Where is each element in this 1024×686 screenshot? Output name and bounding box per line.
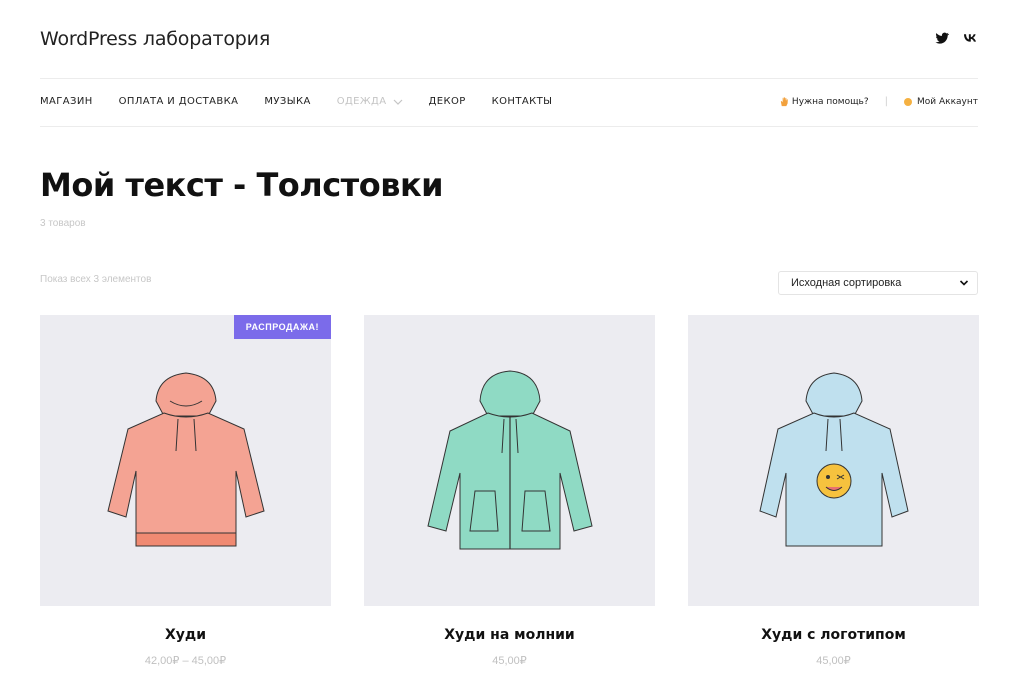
product-count: 3 товаров: [40, 218, 86, 229]
product-image[interactable]: [688, 315, 979, 606]
utility-separator: |: [884, 96, 889, 107]
twitter-icon[interactable]: [934, 30, 950, 46]
help-link-label: Нужна помощь?: [791, 96, 869, 107]
product-card[interactable]: Худи с логотипом 45,00₽: [688, 315, 979, 667]
product-grid: РАСПРОДАЖА! Худи 42,00₽ – 45,00₽ Худи на…: [40, 315, 979, 667]
account-link[interactable]: Мой Аккаунт: [904, 97, 978, 107]
header-divider-bottom: [40, 126, 978, 127]
nav-item-payment-delivery[interactable]: ОПЛАТА И ДОСТАВКА: [119, 96, 239, 107]
product-image[interactable]: РАСПРОДАЖА!: [40, 315, 331, 606]
nav-item-clothing-label: ОДЕЖДА: [336, 96, 387, 107]
product-name[interactable]: Худи: [40, 627, 331, 643]
sort-select[interactable]: Исходная сортировка: [778, 271, 978, 295]
utility-links: Нужна помощь? | Мой Аккаунт: [779, 96, 978, 107]
product-price: 42,00₽ – 45,00₽: [144, 655, 227, 667]
nav-item-decor[interactable]: ДЕКОР: [429, 96, 466, 107]
nav-item-shop[interactable]: МАГАЗИН: [40, 96, 93, 107]
nav-item-contacts[interactable]: КОНТАКТЫ: [492, 96, 553, 107]
nav-item-clothing[interactable]: ОДЕЖДА: [337, 96, 403, 107]
product-image[interactable]: [364, 315, 655, 606]
hoodie-illustration: [106, 371, 265, 546]
hand-icon: [780, 97, 788, 107]
account-dot-icon: [904, 97, 913, 106]
result-count: Показ всех 3 элементов: [40, 274, 152, 285]
product-card[interactable]: Худи на молнии 45,00₽: [364, 315, 655, 667]
hoodie-illustration: [426, 369, 593, 549]
product-card[interactable]: РАСПРОДАЖА! Худи 42,00₽ – 45,00₽: [40, 315, 331, 667]
product-name[interactable]: Худи с логотипом: [688, 627, 979, 643]
social-links: [934, 30, 978, 46]
hoodie-illustration: [758, 371, 909, 546]
page-title: Мой текст - Толстовки: [40, 166, 444, 204]
chevron-down-icon: [959, 280, 969, 286]
sale-badge: РАСПРОДАЖА!: [233, 315, 331, 339]
account-link-label: Мой Аккаунт: [917, 96, 978, 107]
help-link[interactable]: Нужна помощь?: [779, 96, 869, 107]
site-title[interactable]: WordPress лаборатория: [40, 28, 270, 50]
main-nav: МАГАЗИН ОПЛАТА И ДОСТАВКА МУЗЫКА ОДЕЖДА …: [40, 96, 578, 107]
header-divider-top: [40, 78, 978, 79]
sort-select-value: Исходная сортировка: [791, 277, 902, 289]
product-name[interactable]: Худи на молнии: [364, 627, 655, 643]
nav-item-music[interactable]: МУЗЫКА: [264, 96, 310, 107]
chevron-down-icon: [393, 99, 402, 105]
product-price: 45,00₽: [492, 655, 527, 667]
product-price: 45,00₽: [816, 655, 851, 667]
vk-icon[interactable]: [962, 30, 978, 46]
